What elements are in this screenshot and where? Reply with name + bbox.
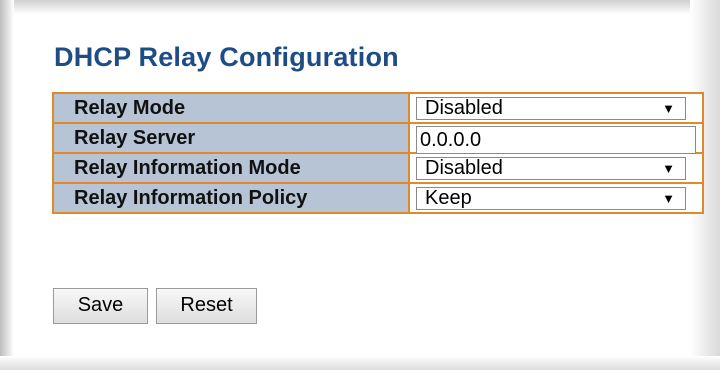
relay-information-policy-label: Relay Information Policy xyxy=(52,182,410,214)
relay-mode-value: Disabled xyxy=(425,97,503,119)
dropdown-arrow-icon: ▼ xyxy=(662,101,675,116)
window-shadow-bottom xyxy=(0,356,720,370)
page-title: DHCP Relay Configuration xyxy=(54,42,399,72)
relay-server-input[interactable]: 0.0.0.0 xyxy=(416,126,696,154)
relay-information-policy-select[interactable]: Keep ▼ xyxy=(416,187,686,210)
table-row: Relay Mode Disabled ▼ xyxy=(52,92,704,124)
window-shadow-left xyxy=(0,0,14,370)
relay-information-policy-cell: Keep ▼ xyxy=(408,182,704,214)
relay-information-policy-value: Keep xyxy=(425,187,472,209)
page-frame: DHCP Relay Configuration Relay Mode Disa… xyxy=(0,0,720,370)
dropdown-arrow-icon: ▼ xyxy=(662,191,675,206)
relay-information-mode-value: Disabled xyxy=(425,157,503,179)
relay-mode-cell: Disabled ▼ xyxy=(408,92,704,124)
window-shadow-top xyxy=(0,0,720,14)
relay-config-table: Relay Mode Disabled ▼ Relay Server 0.0.0… xyxy=(52,92,704,214)
relay-server-label: Relay Server xyxy=(52,122,410,154)
relay-information-mode-select[interactable]: Disabled ▼ xyxy=(416,157,686,180)
reset-button[interactable]: Reset xyxy=(156,288,257,324)
relay-information-mode-cell: Disabled ▼ xyxy=(408,152,704,184)
table-row: Relay Information Mode Disabled ▼ xyxy=(52,152,704,184)
relay-mode-select[interactable]: Disabled ▼ xyxy=(416,97,686,120)
dropdown-arrow-icon: ▼ xyxy=(662,161,675,176)
table-row: Relay Server 0.0.0.0 xyxy=(52,122,704,154)
relay-information-mode-label: Relay Information Mode xyxy=(52,152,410,184)
relay-mode-label: Relay Mode xyxy=(52,92,410,124)
relay-server-cell: 0.0.0.0 xyxy=(408,122,704,154)
table-row: Relay Information Policy Keep ▼ xyxy=(52,182,704,214)
save-button[interactable]: Save xyxy=(53,288,148,324)
